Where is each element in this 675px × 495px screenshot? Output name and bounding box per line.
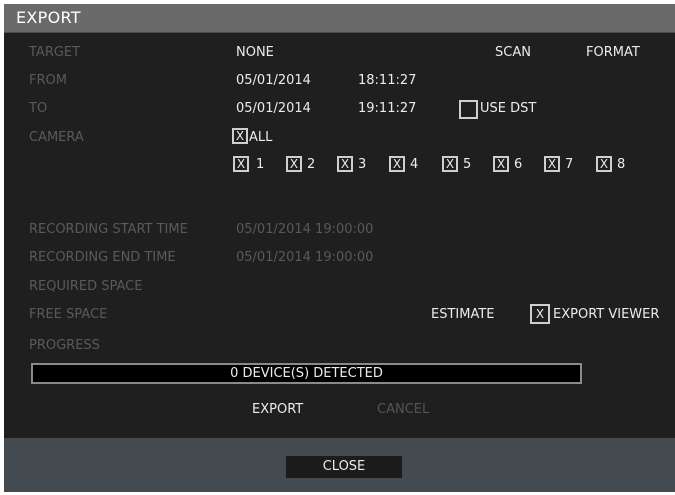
camera-2-checkbox[interactable]: X xyxy=(286,156,302,172)
from-time[interactable]: 18:11:27 xyxy=(358,73,416,88)
cancel-button[interactable]: CANCEL xyxy=(377,402,429,417)
use-dst-checkbox[interactable] xyxy=(459,100,478,119)
camera-all-label: ALL xyxy=(249,130,273,145)
target-value[interactable]: NONE xyxy=(236,45,274,60)
target-label: TARGET xyxy=(29,45,81,60)
close-button[interactable]: CLOSE xyxy=(286,456,402,478)
title-bar: EXPORT xyxy=(4,4,675,33)
camera-8-checkbox[interactable]: X xyxy=(596,156,612,172)
scan-button[interactable]: SCAN xyxy=(495,45,531,60)
export-viewer-label: EXPORT VIEWER xyxy=(553,307,660,322)
camera-label: CAMERA xyxy=(29,130,84,145)
camera-5-label: 5 xyxy=(463,157,472,172)
recording-start-value: 05/01/2014 19:00:00 xyxy=(236,222,374,237)
camera-all-checkbox[interactable]: X xyxy=(232,128,248,144)
estimate-button[interactable]: ESTIMATE xyxy=(431,307,495,322)
free-space-label: FREE SPACE xyxy=(29,307,108,322)
to-time[interactable]: 19:11:27 xyxy=(358,101,416,116)
to-label: TO xyxy=(29,101,48,116)
camera-2-label: 2 xyxy=(307,157,316,172)
progress-text: 0 DEVICE(S) DETECTED xyxy=(230,366,383,381)
camera-6-label: 6 xyxy=(514,157,523,172)
camera-5-checkbox[interactable]: X xyxy=(442,156,458,172)
dialog-footer: CLOSE xyxy=(4,438,675,492)
export-viewer-checkbox[interactable]: X xyxy=(530,304,550,324)
recording-end-value: 05/01/2014 19:00:00 xyxy=(236,250,374,265)
format-button[interactable]: FORMAT xyxy=(586,45,640,60)
export-button[interactable]: EXPORT xyxy=(252,402,303,417)
camera-7-checkbox[interactable]: X xyxy=(544,156,560,172)
recording-end-label: RECORDING END TIME xyxy=(29,250,176,265)
camera-4-label: 4 xyxy=(410,157,419,172)
dialog-title: EXPORT xyxy=(16,8,81,27)
camera-1-label: 1 xyxy=(256,157,265,172)
required-space-label: REQUIRED SPACE xyxy=(29,279,143,294)
to-date[interactable]: 05/01/2014 xyxy=(236,101,311,116)
progress-bar: 0 DEVICE(S) DETECTED xyxy=(31,363,582,384)
camera-3-label: 3 xyxy=(358,157,367,172)
recording-start-label: RECORDING START TIME xyxy=(29,222,188,237)
camera-4-checkbox[interactable]: X xyxy=(389,156,405,172)
progress-label: PROGRESS xyxy=(29,338,100,353)
camera-6-checkbox[interactable]: X xyxy=(493,156,509,172)
from-label: FROM xyxy=(29,73,67,88)
from-date[interactable]: 05/01/2014 xyxy=(236,73,311,88)
use-dst-label: USE DST xyxy=(480,101,537,116)
camera-8-label: 8 xyxy=(617,157,626,172)
camera-3-checkbox[interactable]: X xyxy=(337,156,353,172)
camera-1-checkbox[interactable]: X xyxy=(233,156,249,172)
export-dialog: EXPORT TARGET NONE SCAN FORMAT FROM 05/0… xyxy=(4,4,675,492)
camera-7-label: 7 xyxy=(565,157,574,172)
